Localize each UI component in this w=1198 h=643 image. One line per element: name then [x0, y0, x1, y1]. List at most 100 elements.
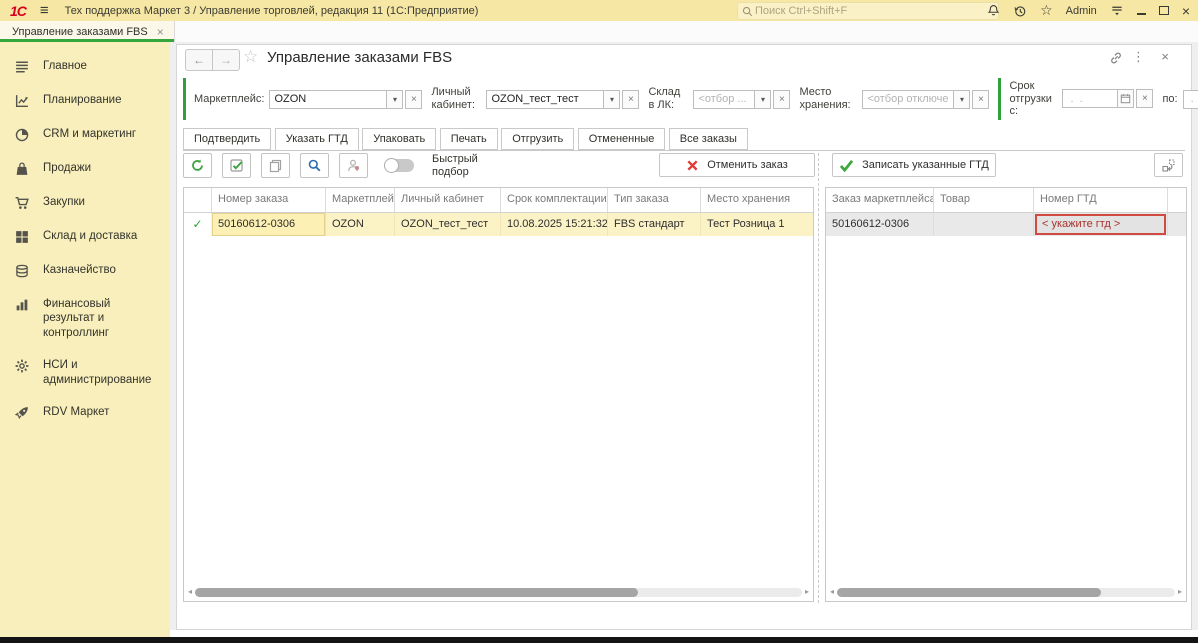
cell-mp-order[interactable]: 50160612-0306: [826, 213, 934, 236]
account-input[interactable]: [486, 90, 604, 109]
set-flags-button[interactable]: [222, 153, 251, 178]
panel-splitter[interactable]: [818, 153, 819, 603]
column-marketplace[interactable]: Маркетплейс: [326, 188, 395, 212]
storage-clear-icon[interactable]: ×: [972, 90, 989, 109]
column-storage[interactable]: Место хранения: [701, 188, 813, 212]
scrollbar-thumb[interactable]: [195, 588, 638, 597]
sidebar-item-planning[interactable]: Планирование: [0, 84, 170, 118]
minimize-icon[interactable]: [1137, 12, 1146, 15]
quick-pick-toggle[interactable]: [384, 159, 414, 172]
search-button[interactable]: [300, 153, 329, 178]
account-clear-icon[interactable]: ×: [622, 90, 639, 109]
more-menu-icon[interactable]: ⋮: [1132, 49, 1145, 65]
ship-from-calendar-icon[interactable]: [1117, 89, 1134, 108]
quick-pick-label: Быстрый подбор: [432, 153, 482, 178]
search-icon: [307, 158, 322, 173]
storage-input[interactable]: [862, 90, 954, 109]
marketplace-dropdown-icon[interactable]: ▾: [386, 90, 403, 109]
favorites-star-icon[interactable]: ☆: [1040, 2, 1053, 19]
gtd-table-hscrollbar[interactable]: ◂ ▸: [830, 586, 1182, 598]
tab-cancelled[interactable]: Отмененные: [578, 128, 666, 150]
person-stamp-icon: [346, 158, 361, 173]
tab-set-gtd[interactable]: Указать ГТД: [275, 128, 359, 151]
window-tab-fbs-orders[interactable]: Управление заказами FBS ×: [0, 21, 175, 42]
sidebar-item-sales[interactable]: Продажи: [0, 152, 170, 186]
fbs-orders-form: ← → ☆ Управление заказами FBS ⋮ × Маркет…: [176, 44, 1192, 630]
gtd-input-placeholder[interactable]: < укажите гтд >: [1035, 214, 1166, 235]
tab-print[interactable]: Печать: [440, 128, 498, 150]
add-favorite-star-icon[interactable]: ☆: [243, 47, 258, 67]
notifications-bell-icon[interactable]: [987, 4, 1000, 17]
sidebar-item-crm[interactable]: CRM и маркетинг: [0, 118, 170, 152]
cell-order-number[interactable]: 50160612-0306: [212, 213, 326, 236]
account-dropdown-icon[interactable]: ▾: [603, 90, 620, 109]
history-icon[interactable]: [1013, 4, 1027, 18]
global-search[interactable]: [737, 2, 999, 20]
ship-from-input[interactable]: [1062, 89, 1118, 108]
sidebar-item-purchases[interactable]: Закупки: [0, 186, 170, 220]
column-select[interactable]: [184, 188, 212, 212]
window-tab-close-icon[interactable]: ×: [157, 25, 164, 39]
cell-gtd-number[interactable]: < укажите гтд >: [1034, 213, 1168, 236]
change-form-button[interactable]: [1154, 153, 1183, 177]
refresh-button[interactable]: [183, 153, 212, 178]
orders-table-hscrollbar[interactable]: ◂ ▸: [188, 586, 809, 598]
gtd-row[interactable]: 50160612-0306 < укажите гтд >: [826, 213, 1186, 236]
forward-button[interactable]: →: [212, 49, 240, 71]
tab-all-orders[interactable]: Все заказы: [669, 128, 748, 150]
get-link-icon[interactable]: [1109, 51, 1123, 65]
save-gtd-button[interactable]: Записать указанные ГТД: [832, 153, 996, 177]
user-menu[interactable]: Admin: [1066, 5, 1097, 17]
tab-pack[interactable]: Упаковать: [362, 128, 436, 150]
cell-product[interactable]: [934, 213, 1034, 236]
ship-from-clear-icon[interactable]: ×: [1136, 89, 1153, 108]
sidebar-item-warehouse[interactable]: Склад и доставка: [0, 220, 170, 254]
storage-dropdown-icon[interactable]: ▾: [953, 90, 970, 109]
column-mp-order[interactable]: Заказ маркетплейса: [826, 188, 934, 212]
column-order-type[interactable]: Тип заказа: [608, 188, 701, 212]
cell-deadline[interactable]: 10.08.2025 15:21:32: [501, 213, 608, 236]
column-deadline[interactable]: Срок комплектации: [501, 188, 608, 212]
cell-storage[interactable]: Тест Розница 1: [701, 213, 813, 236]
stamp-button-disabled[interactable]: [339, 153, 368, 178]
cell-marketplace[interactable]: OZON: [326, 213, 395, 236]
scroll-right-icon[interactable]: ▸: [1178, 588, 1182, 596]
cell-account[interactable]: OZON_тест_тест: [395, 213, 501, 236]
close-window-icon[interactable]: ×: [1182, 4, 1190, 18]
tab-ship[interactable]: Отгрузить: [501, 128, 574, 150]
main-menu-icon[interactable]: ≡: [40, 2, 49, 19]
global-search-input[interactable]: [753, 4, 994, 18]
orders-toolbar: Быстрый подбор Отменить заказ Записать у…: [183, 153, 1185, 179]
warehouse-dropdown-icon[interactable]: ▾: [754, 90, 771, 109]
row-check-icon[interactable]: ✓: [184, 213, 212, 236]
close-form-icon[interactable]: ×: [1161, 49, 1169, 64]
cell-order-type[interactable]: FBS стандарт: [608, 213, 701, 236]
warehouse-clear-icon[interactable]: ×: [773, 90, 790, 109]
filter-account: Личный кабинет: ▾ ×: [431, 86, 639, 111]
marketplace-input[interactable]: [269, 90, 387, 109]
cancel-order-button[interactable]: Отменить заказ: [659, 153, 815, 177]
scroll-right-icon[interactable]: ▸: [805, 588, 809, 596]
column-product[interactable]: Товар: [934, 188, 1034, 212]
copy-button[interactable]: [261, 153, 290, 178]
tab-confirm[interactable]: Подтвердить: [183, 128, 271, 150]
order-row[interactable]: ✓ 50160612-0306 OZON OZON_тест_тест 10.0…: [184, 213, 813, 236]
warehouse-input[interactable]: [693, 90, 755, 109]
service-menu-icon[interactable]: [1110, 4, 1124, 17]
sidebar-item-rdv-market[interactable]: RDV Маркет: [0, 396, 170, 430]
scroll-left-icon[interactable]: ◂: [830, 588, 834, 596]
column-account[interactable]: Личный кабинет: [395, 188, 501, 212]
sidebar-item-admin[interactable]: НСИ и администрирование: [0, 349, 170, 396]
back-button[interactable]: ←: [185, 49, 213, 71]
scrollbar-thumb[interactable]: [837, 588, 1101, 597]
scroll-left-icon[interactable]: ◂: [188, 588, 192, 596]
marketplace-clear-icon[interactable]: ×: [405, 90, 422, 109]
sidebar-item-treasury[interactable]: Казначейство: [0, 254, 170, 288]
restore-icon[interactable]: [1159, 6, 1169, 15]
column-gtd-number[interactable]: Номер ГТД: [1034, 188, 1168, 212]
plan-chart-icon: [14, 93, 30, 109]
sidebar-item-main[interactable]: Главное: [0, 50, 170, 84]
sidebar-item-finance[interactable]: Финансовый результат и контроллинг: [0, 288, 170, 349]
column-order-number[interactable]: Номер заказа: [212, 188, 326, 212]
ship-to-input[interactable]: [1183, 90, 1198, 109]
